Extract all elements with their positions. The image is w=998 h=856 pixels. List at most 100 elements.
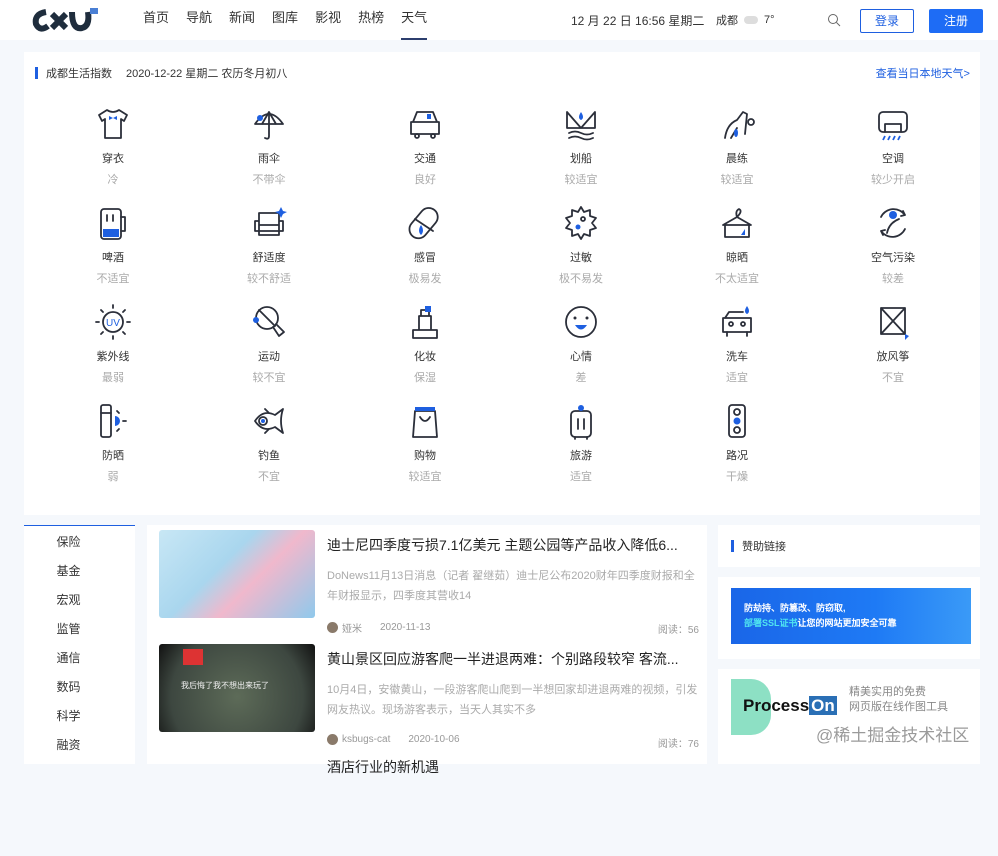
- life-index-item[interactable]: 防晒弱: [35, 401, 191, 500]
- temperature: 7°: [764, 14, 775, 26]
- sponsor-title: 赞助链接: [742, 541, 786, 553]
- life-index-item[interactable]: 舒适度 较不舒适: [191, 203, 347, 302]
- index-value: 保湿: [414, 372, 436, 384]
- index-value: 最弱: [102, 372, 124, 384]
- life-index-item[interactable]: 钓鱼 不宜: [191, 401, 347, 500]
- register-button[interactable]: 注册: [929, 9, 983, 33]
- article-title[interactable]: 酒店行业的新机遇: [327, 757, 697, 777]
- life-index-item[interactable]: UV 紫外线 最弱: [35, 302, 191, 401]
- index-value: 较少开启: [871, 174, 915, 186]
- index-value: 不宜: [258, 471, 280, 483]
- search-icon[interactable]: [827, 13, 841, 27]
- article-thumbnail[interactable]: 我后悔了我不想出来玩了: [159, 644, 315, 732]
- life-index-item[interactable]: 雨伞 不带伞: [191, 104, 347, 203]
- index-value: 极不易发: [559, 273, 603, 285]
- ad-line: 防劫持、防篡改、防窃取,: [744, 603, 846, 613]
- article-date: 2020-10-06: [408, 734, 460, 745]
- index-value: 良好: [414, 174, 436, 186]
- index-name: 心情: [570, 351, 592, 363]
- nav-item[interactable]: 图库: [272, 0, 298, 40]
- life-index-title: 成都生活指数: [46, 68, 112, 80]
- index-name: 洗车: [726, 351, 748, 363]
- pill-icon: [408, 207, 439, 240]
- air-icon: [880, 208, 906, 238]
- life-index-item[interactable]: 路况 干燥: [659, 401, 815, 500]
- author-name[interactable]: 娅米: [342, 620, 362, 635]
- article-item[interactable]: 我后悔了我不想出来玩了 黄山景区回应游客爬一半进退两难：个别路段较窄 客流...…: [159, 644, 699, 750]
- makeup-icon: [412, 306, 438, 339]
- shirt-icon: [98, 109, 128, 139]
- article-title[interactable]: 黄山景区回应游客爬一半进退两难：个别路段较窄 客流...: [327, 649, 697, 669]
- view-local-weather-link[interactable]: 查看当日本地天气>: [876, 65, 970, 81]
- kite-icon: [880, 307, 909, 340]
- index-name: 路况: [726, 450, 748, 462]
- thumbnail-badge: [183, 649, 203, 665]
- life-index-item[interactable]: 购物 较适宜: [347, 401, 503, 500]
- fish-icon: [254, 408, 284, 434]
- index-name: 化妆: [414, 351, 436, 363]
- life-index-item[interactable]: 感冒 极易发: [347, 203, 503, 302]
- sidebar-item[interactable]: 融资: [24, 729, 135, 758]
- life-index-header: 成都生活指数 2020-12-22 星期二 农历冬月初八: [35, 65, 287, 81]
- site-logo[interactable]: [32, 6, 102, 34]
- life-index-item[interactable]: 放风筝 不宜: [815, 302, 971, 401]
- life-index-item[interactable]: 过敏 极不易发: [503, 203, 659, 302]
- nav-item[interactable]: 热榜: [358, 0, 384, 40]
- life-index-item[interactable]: 晨练 较适宜: [659, 104, 815, 203]
- sidebar-item[interactable]: 科学: [24, 700, 135, 729]
- read-count: 阅读：76: [657, 739, 699, 750]
- top-bar: 首页 导航 新闻 图库 影视 热榜 天气 12 月 22 日 16:56 星期二 成都 7° …: [0, 0, 998, 40]
- processon-ad[interactable]: Process On 精美实用的免费 网页版在线作图工具: [718, 669, 980, 764]
- sidebar-item[interactable]: 数码: [24, 671, 135, 700]
- author-name[interactable]: ksbugs-cat: [342, 734, 390, 745]
- weather-widget[interactable]: 成都 7°: [716, 12, 775, 28]
- sidebar-item[interactable]: 监管: [24, 613, 135, 642]
- city-name: 成都: [716, 15, 738, 27]
- index-value: 较不宜: [252, 372, 286, 384]
- sidebar-item[interactable]: 通信: [24, 642, 135, 671]
- index-name: 啤酒: [102, 252, 124, 264]
- article-thumbnail[interactable]: [159, 530, 315, 618]
- life-index-item[interactable]: 穿衣冷: [35, 104, 191, 203]
- index-name: 购物: [414, 450, 436, 462]
- life-index-item[interactable]: 空气污染 较差: [815, 203, 971, 302]
- life-index-item[interactable]: 晾晒 不太适宜: [659, 203, 815, 302]
- nav-item[interactable]: 新闻: [229, 0, 255, 40]
- life-index-item[interactable]: 空调 较少开启: [815, 104, 971, 203]
- sidebar-item[interactable]: 宏观: [24, 584, 135, 613]
- nav-item[interactable]: 首页: [143, 0, 169, 40]
- index-name: 穿衣: [102, 153, 124, 165]
- sidebar-item[interactable]: 保险: [24, 526, 135, 555]
- life-index-item[interactable]: 啤酒 不适宜: [35, 203, 191, 302]
- index-name: 交通: [414, 153, 436, 165]
- index-value: 差: [575, 372, 587, 384]
- life-index-date: 2020-12-22 星期二 农历冬月初八: [126, 68, 288, 80]
- nav-item[interactable]: 影视: [315, 0, 341, 40]
- article-item[interactable]: 迪士尼四季度亏损7.1亿美元 主题公园等产品收入降低6... DoNews11月…: [159, 530, 699, 636]
- sidebar-item[interactable]: 基金: [24, 555, 135, 584]
- index-name: 过敏: [570, 252, 592, 264]
- brand-on: On: [809, 696, 837, 715]
- life-index-item[interactable]: 旅游 适宜: [503, 401, 659, 500]
- author-avatar: [327, 622, 338, 633]
- life-index-item[interactable]: 划船 较适宜: [503, 104, 659, 203]
- login-button[interactable]: 登录: [860, 9, 914, 33]
- index-value: 较适宜: [408, 471, 442, 483]
- slogan-line: 网页版在线作图工具: [849, 701, 948, 713]
- life-index-item[interactable]: 心情差: [503, 302, 659, 401]
- life-index-item[interactable]: 交通 良好: [347, 104, 503, 203]
- life-index-item[interactable]: 运动 较不宜: [191, 302, 347, 401]
- traffic-icon: [728, 404, 746, 438]
- ssl-banner[interactable]: 防劫持、防篡改、防窃取, 部署SSL证书让您的网站更加安全可靠: [731, 588, 971, 644]
- boat-icon: [566, 111, 596, 141]
- ssl-ad[interactable]: 防劫持、防篡改、防窃取, 部署SSL证书让您的网站更加安全可靠: [718, 577, 980, 659]
- life-index-item[interactable]: 洗车 适宜: [659, 302, 815, 401]
- beer-icon: [100, 208, 126, 240]
- life-index-item[interactable]: 化妆 保湿: [347, 302, 503, 401]
- article-title[interactable]: 迪士尼四季度亏损7.1亿美元 主题公园等产品收入降低6...: [327, 535, 697, 555]
- nav-item[interactable]: 天气: [401, 0, 428, 40]
- index-name: 防晒: [102, 450, 124, 462]
- article-item[interactable]: 酒店行业的新机遇: [159, 752, 699, 856]
- nav-item[interactable]: 导航: [186, 0, 212, 40]
- life-index-grid: 穿衣冷雨伞 不带伞 交通 良好 划船 较适宜 晨练 较适宜 空调 较少开启 啤酒 不适宜 舒适度 较不舒适…: [35, 104, 971, 500]
